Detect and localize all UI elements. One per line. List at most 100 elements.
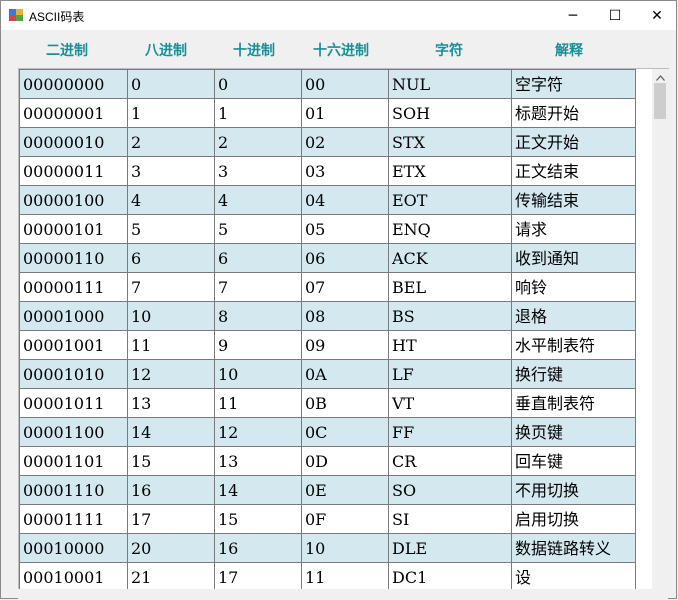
binary-cell[interactable]: 00001011 <box>19 388 128 418</box>
table-row[interactable]: 00000100 4 4 04 EOT 传输结束 <box>19 185 636 215</box>
char-cell[interactable]: ETX <box>388 156 512 186</box>
table-row[interactable]: 00010000 20 16 10 DLE 数据链路转义 <box>19 533 636 563</box>
hex-cell[interactable]: 0C <box>301 417 389 447</box>
binary-cell[interactable]: 00001110 <box>19 475 128 505</box>
table-row[interactable]: 00000111 7 7 07 BEL 响铃 <box>19 272 636 302</box>
table-row[interactable]: 00001001 11 9 09 HT 水平制表符 <box>19 330 636 360</box>
table-row[interactable]: 00000000 0 0 00 NUL 空字符 <box>19 69 636 99</box>
hex-cell[interactable]: 01 <box>301 98 389 128</box>
char-cell[interactable]: LF <box>388 359 512 389</box>
table-row[interactable]: 00001100 14 12 0C FF 换页键 <box>19 417 636 447</box>
char-cell[interactable]: ACK <box>388 243 512 273</box>
octal-cell[interactable]: 7 <box>127 272 215 302</box>
title-bar[interactable]: ASCII码表 ─ ☐ ✕ <box>1 1 676 30</box>
octal-cell[interactable]: 0 <box>127 69 215 99</box>
vertical-scrollbar[interactable] <box>652 69 669 590</box>
desc-cell[interactable]: 设 <box>511 562 636 590</box>
binary-cell[interactable]: 00001111 <box>19 504 128 534</box>
hex-cell[interactable]: 0B <box>301 388 389 418</box>
hex-cell[interactable]: 0F <box>301 504 389 534</box>
table-row[interactable]: 00000010 2 2 02 STX 正文开始 <box>19 127 636 157</box>
octal-cell[interactable]: 13 <box>127 388 215 418</box>
desc-cell[interactable]: 数据链路转义 <box>511 533 636 563</box>
char-cell[interactable]: CR <box>388 446 512 476</box>
hex-cell[interactable]: 08 <box>301 301 389 331</box>
binary-cell[interactable]: 00010000 <box>19 533 128 563</box>
hex-cell[interactable]: 03 <box>301 156 389 186</box>
table-row[interactable]: 00000101 5 5 05 ENQ 请求 <box>19 214 636 244</box>
table-row[interactable]: 00001111 17 15 0F SI 启用切换 <box>19 504 636 534</box>
table-row[interactable]: 00001010 12 10 0A LF 换行键 <box>19 359 636 389</box>
decimal-cell[interactable]: 3 <box>214 156 302 186</box>
char-cell[interactable]: SO <box>388 475 512 505</box>
scroll-thumb[interactable] <box>654 83 666 119</box>
octal-cell[interactable]: 3 <box>127 156 215 186</box>
table-row[interactable]: 00001101 15 13 0D CR 回车键 <box>19 446 636 476</box>
binary-cell[interactable]: 00000001 <box>19 98 128 128</box>
octal-cell[interactable]: 14 <box>127 417 215 447</box>
maximize-button[interactable]: ☐ <box>593 1 637 30</box>
decimal-cell[interactable]: 12 <box>214 417 302 447</box>
table-row[interactable]: 00000001 1 1 01 SOH 标题开始 <box>19 98 636 128</box>
hex-cell[interactable]: 0E <box>301 475 389 505</box>
char-cell[interactable]: DC1 <box>388 562 512 590</box>
table-row[interactable]: 00001110 16 14 0E SO 不用切换 <box>19 475 636 505</box>
decimal-cell[interactable]: 9 <box>214 330 302 360</box>
octal-cell[interactable]: 15 <box>127 446 215 476</box>
desc-cell[interactable]: 换页键 <box>511 417 636 447</box>
decimal-cell[interactable]: 4 <box>214 185 302 215</box>
hex-cell[interactable]: 0A <box>301 359 389 389</box>
decimal-cell[interactable]: 14 <box>214 475 302 505</box>
binary-cell[interactable]: 00001001 <box>19 330 128 360</box>
desc-cell[interactable]: 退格 <box>511 301 636 331</box>
char-cell[interactable]: FF <box>388 417 512 447</box>
hex-cell[interactable]: 0D <box>301 446 389 476</box>
decimal-cell[interactable]: 0 <box>214 69 302 99</box>
char-cell[interactable]: VT <box>388 388 512 418</box>
decimal-cell[interactable]: 11 <box>214 388 302 418</box>
octal-cell[interactable]: 20 <box>127 533 215 563</box>
binary-cell[interactable]: 00000111 <box>19 272 128 302</box>
desc-cell[interactable]: 标题开始 <box>511 98 636 128</box>
table-row[interactable]: 00001000 10 8 08 BS 退格 <box>19 301 636 331</box>
desc-cell[interactable]: 垂直制表符 <box>511 388 636 418</box>
octal-cell[interactable]: 6 <box>127 243 215 273</box>
desc-cell[interactable]: 不用切换 <box>511 475 636 505</box>
ascii-grid[interactable]: 00000000 0 0 00 NUL 空字符 00000001 1 1 01 SOH 标题开始 000… <box>18 68 669 590</box>
binary-cell[interactable]: 00000000 <box>19 69 128 99</box>
hex-cell[interactable]: 02 <box>301 127 389 157</box>
hex-cell[interactable]: 09 <box>301 330 389 360</box>
decimal-cell[interactable]: 2 <box>214 127 302 157</box>
table-row[interactable]: 00001011 13 11 0B VT 垂直制表符 <box>19 388 636 418</box>
desc-cell[interactable]: 传输结束 <box>511 185 636 215</box>
minimize-button[interactable]: ─ <box>551 1 595 30</box>
hex-cell[interactable]: 05 <box>301 214 389 244</box>
desc-cell[interactable]: 换行键 <box>511 359 636 389</box>
table-row[interactable]: 00010001 21 17 11 DC1 设 <box>19 562 636 590</box>
char-cell[interactable]: SOH <box>388 98 512 128</box>
octal-cell[interactable]: 5 <box>127 214 215 244</box>
table-row[interactable]: 00000110 6 6 06 ACK 收到通知 <box>19 243 636 273</box>
octal-cell[interactable]: 11 <box>127 330 215 360</box>
table-row[interactable]: 00000011 3 3 03 ETX 正文结束 <box>19 156 636 186</box>
octal-cell[interactable]: 10 <box>127 301 215 331</box>
char-cell[interactable]: DLE <box>388 533 512 563</box>
hex-cell[interactable]: 10 <box>301 533 389 563</box>
decimal-cell[interactable]: 6 <box>214 243 302 273</box>
char-cell[interactable]: HT <box>388 330 512 360</box>
char-cell[interactable]: NUL <box>388 69 512 99</box>
decimal-cell[interactable]: 13 <box>214 446 302 476</box>
char-cell[interactable]: BEL <box>388 272 512 302</box>
hex-cell[interactable]: 06 <box>301 243 389 273</box>
binary-cell[interactable]: 00001010 <box>19 359 128 389</box>
binary-cell[interactable]: 00000101 <box>19 214 128 244</box>
hex-cell[interactable]: 00 <box>301 69 389 99</box>
decimal-cell[interactable]: 16 <box>214 533 302 563</box>
decimal-cell[interactable]: 7 <box>214 272 302 302</box>
octal-cell[interactable]: 21 <box>127 562 215 590</box>
decimal-cell[interactable]: 17 <box>214 562 302 590</box>
hex-cell[interactable]: 07 <box>301 272 389 302</box>
desc-cell[interactable]: 收到通知 <box>511 243 636 273</box>
octal-cell[interactable]: 16 <box>127 475 215 505</box>
octal-cell[interactable]: 4 <box>127 185 215 215</box>
